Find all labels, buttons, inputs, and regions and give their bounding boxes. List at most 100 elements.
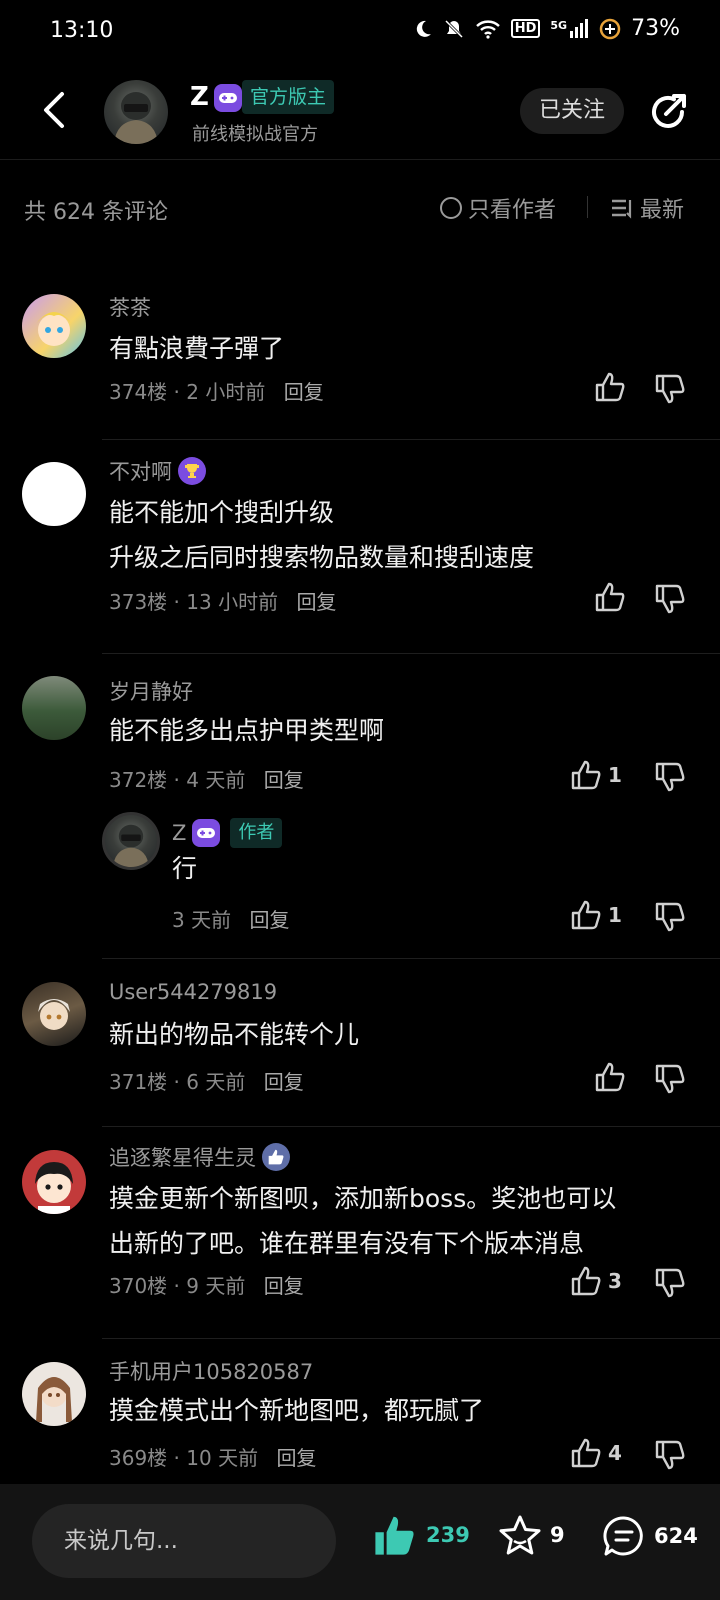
dislike-button[interactable]	[654, 1268, 686, 1298]
comment-count: 共 624 条评论	[24, 200, 168, 225]
user-avatar[interactable]	[22, 676, 86, 740]
dislike-button[interactable]	[654, 374, 686, 404]
reply-button[interactable]: 回复	[264, 1070, 304, 1094]
thumbs-down-icon	[655, 1440, 685, 1470]
share-button[interactable]	[646, 90, 690, 134]
comment-input[interactable]: 来说几句...	[32, 1504, 336, 1578]
comment-bubble-icon	[603, 1516, 643, 1556]
wifi-icon	[475, 19, 501, 39]
author-avatar[interactable]	[104, 80, 168, 144]
author-name[interactable]: Z	[190, 82, 209, 112]
comment-item: 茶茶 有點浪費子彈了 374楼 · 2 小时前 回复	[0, 284, 720, 440]
comment-username[interactable]: User544279819	[109, 980, 277, 1004]
author-reply-avatar[interactable]	[102, 812, 160, 870]
reply-button[interactable]: 回复	[264, 768, 304, 792]
soldier-avatar-icon	[114, 92, 158, 144]
user-avatar[interactable]	[22, 294, 86, 358]
reply-button[interactable]: 回复	[296, 590, 336, 614]
user-avatar[interactable]	[22, 1150, 86, 1214]
dislike-button[interactable]	[654, 1440, 686, 1470]
comment-text: 能不能加个搜刮升级 升级之后同时搜索物品数量和搜刮速度	[109, 490, 689, 580]
like-button[interactable]	[594, 1062, 626, 1092]
comment-username[interactable]: 不对啊	[109, 456, 206, 486]
thumbs-up-filled-icon	[375, 1516, 414, 1555]
comment-username[interactable]: 岁月静好	[109, 676, 193, 706]
author-subtitle: 前线模拟战官方	[192, 124, 318, 145]
moon-icon	[413, 19, 433, 39]
like-button[interactable]: 1	[570, 900, 622, 930]
anime-avatar-icon	[35, 1162, 73, 1214]
comment-item: User544279819 新出的物品不能转个儿 371楼 · 6 天前 回复	[0, 970, 720, 1126]
like-count: 1	[608, 903, 622, 927]
comment-username[interactable]: 手机用户105820587	[109, 1356, 313, 1386]
comment-meta: 372楼 · 4 天前 回复	[109, 768, 304, 792]
like-button[interactable]	[594, 582, 626, 612]
thumbs-down-icon	[655, 762, 685, 792]
floor-number: 370楼	[109, 1274, 168, 1298]
comment-line: 摸金模式出个新地图吧，都玩腻了	[109, 1396, 485, 1425]
follow-button[interactable]: 已关注	[520, 88, 624, 134]
author-reply-username[interactable]: Z 作者	[172, 818, 283, 848]
like-button[interactable]: 3	[570, 1266, 622, 1296]
comment-line: 出新的了吧。谁在群里有没有下个版本消息	[109, 1229, 585, 1258]
comment-item: 岁月静好 能不能多出点护甲类型啊 372楼 · 4 天前 回复 1 Z 作者 行	[0, 664, 720, 954]
thumbs-up-icon	[595, 582, 625, 612]
comment-item: 手机用户105820587 摸金模式出个新地图吧，都玩腻了 369楼 · 10 …	[0, 1350, 720, 1484]
chevron-left-icon	[44, 92, 64, 128]
user-avatar[interactable]	[22, 1362, 86, 1426]
dislike-button[interactable]	[654, 584, 686, 614]
dislike-button[interactable]	[654, 1064, 686, 1094]
post-like-button[interactable]: 239	[372, 1514, 470, 1556]
sort-icon	[612, 199, 632, 219]
dislike-button[interactable]	[654, 902, 686, 932]
author-reply-meta: 3 天前 回复	[172, 904, 289, 933]
reply-button[interactable]: 回复	[264, 1274, 304, 1298]
comment-divider	[102, 439, 720, 440]
filter-divider	[587, 196, 588, 218]
like-button[interactable]: 4	[570, 1438, 622, 1468]
comment-username[interactable]: 追逐繁星得生灵	[109, 1142, 290, 1172]
sort-button[interactable]: 最新	[610, 192, 684, 224]
back-button[interactable]	[34, 88, 74, 132]
username-text: 手机用户105820587	[109, 1360, 314, 1384]
comment-meta: 371楼 · 6 天前 回复	[109, 1070, 304, 1094]
comment-meta: 369楼 · 10 天前 回复	[109, 1446, 317, 1470]
comment-time: 10 天前	[186, 1446, 259, 1470]
comment-line: 能不能多出点护甲类型啊	[109, 716, 385, 745]
reply-button[interactable]: 回复	[276, 1446, 316, 1470]
only-author-toggle[interactable]: 只看作者	[440, 192, 556, 224]
thumbs-up-icon	[595, 1062, 625, 1092]
comment-item: 追逐繁星得生灵 摸金更新个新图呗，添加新boss。奖池也可以 出新的了吧。谁在群…	[0, 1136, 720, 1336]
comment-line: 有點浪費子彈了	[109, 334, 285, 363]
reply-button[interactable]: 回复	[249, 908, 289, 932]
dislike-button[interactable]	[654, 762, 686, 792]
comment-divider	[102, 1338, 720, 1339]
sort-label: 最新	[640, 198, 685, 223]
floor-number: 372楼	[109, 768, 168, 792]
radio-circle-icon	[440, 197, 462, 219]
user-avatar[interactable]	[22, 462, 86, 526]
comment-meta: 370楼 · 9 天前 回复	[109, 1274, 304, 1298]
comment-divider	[102, 958, 720, 959]
comment-total: 624	[654, 1524, 698, 1548]
thumbs-up-icon	[571, 760, 601, 790]
favorite-button[interactable]: 9	[498, 1514, 565, 1556]
comment-time: 13 小时前	[186, 590, 279, 614]
battery-icon	[599, 18, 621, 40]
post-header: Z 官方版主 前线模拟战官方 已关注	[0, 64, 720, 160]
like-button[interactable]	[594, 372, 626, 402]
like-count: 1	[608, 763, 622, 787]
comment-filter-bar: 共 624 条评论 只看作者 最新	[0, 180, 720, 236]
like-button[interactable]: 1	[570, 760, 622, 790]
like-count: 4	[608, 1441, 622, 1465]
network-type: 5G	[550, 18, 568, 32]
reply-button[interactable]: 回复	[284, 380, 324, 404]
comment-line: 能不能加个搜刮升级	[109, 498, 335, 527]
user-avatar[interactable]	[22, 982, 86, 1046]
bell-off-icon	[443, 18, 465, 40]
signal-icon: 5G	[550, 18, 589, 39]
comments-button[interactable]: 624	[602, 1514, 698, 1558]
comment-username[interactable]: 茶茶	[109, 292, 151, 322]
post-like-count: 239	[426, 1523, 470, 1547]
hd-icon: HD	[510, 19, 541, 38]
